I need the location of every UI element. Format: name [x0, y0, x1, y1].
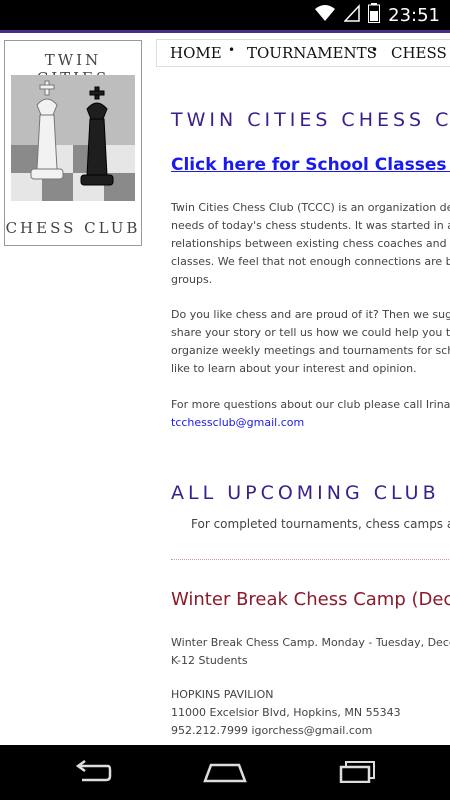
question-line: Do you like chess and are proud of it? T…: [171, 308, 450, 321]
intro-paragraph: Twin Cities Chess Club (TCCC) is an orga…: [171, 199, 450, 289]
events-subtext: For completed tournaments, chess camps a…: [191, 517, 450, 531]
status-bar: 23:51: [0, 0, 450, 33]
event-location: HOPKINS PAVILION 11000 Excelsior Blvd, H…: [171, 686, 450, 740]
signal-icon: [343, 4, 360, 26]
email-link[interactable]: tcchessclub@gmail.com: [171, 414, 450, 432]
registration-link[interactable]: Click here for School Classes Regis: [171, 155, 450, 175]
club-logo[interactable]: TWIN CITIES: [4, 40, 142, 246]
status-time: 23:51: [388, 4, 440, 26]
nav-home[interactable]: HOME: [170, 44, 222, 62]
intro-line: relationships between existing chess coa…: [171, 237, 450, 250]
section-divider: [171, 559, 450, 560]
intro-line: needs of today's chess students. It was …: [171, 219, 450, 232]
event-description: Winter Break Chess Camp. Monday - Tuesda…: [171, 634, 450, 670]
recents-icon[interactable]: [333, 757, 383, 787]
question-line: share your story or tell us how we could…: [171, 326, 450, 339]
intro-line: Twin Cities Chess Club (TCCC) is an orga…: [171, 201, 450, 214]
location-line: 952.212.7999 igorchess@gmail.com: [171, 724, 373, 737]
intro-line: groups.: [171, 273, 213, 286]
back-icon[interactable]: [67, 757, 117, 787]
contact-line: For more questions about our club please…: [171, 398, 450, 411]
battery-icon: [368, 3, 381, 27]
contact-paragraph: For more questions about our club please…: [171, 396, 450, 432]
question-line: organize weekly meetings and tournaments…: [171, 344, 450, 357]
web-page[interactable]: TWIN CITIES: [0, 33, 450, 745]
event-line: Winter Break Chess Camp. Monday - Tuesda…: [171, 636, 450, 649]
logo-bottom-text: CHESS CLUB: [5, 219, 141, 237]
nav-separator: •: [371, 43, 379, 57]
status-icons: 23:51: [314, 0, 440, 30]
location-line: HOPKINS PAVILION: [171, 688, 274, 701]
system-nav-bar: [0, 745, 450, 800]
intro-line: classes. We feel that not enough connect…: [171, 255, 450, 268]
main-nav: HOME • TOURNAMENTS • CHESS CA: [156, 39, 450, 67]
event-title[interactable]: Winter Break Chess Camp (Dec 2: [171, 589, 450, 610]
nav-separator: •: [228, 43, 236, 57]
chess-kings-image: [11, 75, 135, 201]
nav-tournaments[interactable]: TOURNAMENTS: [247, 44, 377, 62]
club-heading: TWIN CITIES CHESS CLU: [171, 109, 450, 131]
home-icon[interactable]: [200, 757, 250, 787]
nav-chess-camps[interactable]: CHESS CA: [391, 44, 450, 62]
events-heading: ALL UPCOMING CLUB EV: [171, 482, 450, 504]
wifi-icon: [314, 4, 336, 26]
location-line: 11000 Excelsior Blvd, Hopkins, MN 55343: [171, 706, 401, 719]
event-line: K-12 Students: [171, 654, 248, 667]
question-line: like to learn about your interest and op…: [171, 362, 417, 375]
question-paragraph: Do you like chess and are proud of it? T…: [171, 306, 450, 378]
